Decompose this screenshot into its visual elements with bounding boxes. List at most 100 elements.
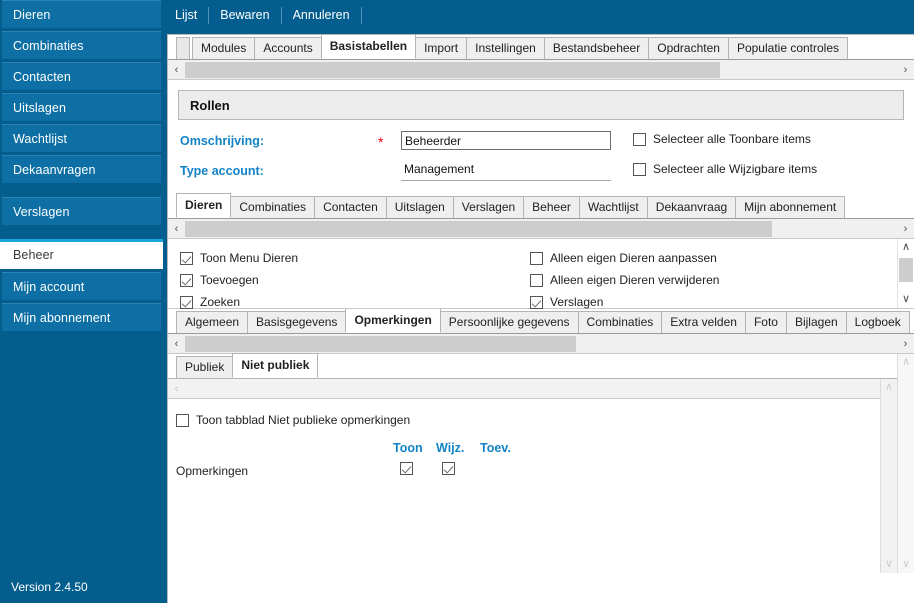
hscroll-thumb[interactable] [185, 220, 772, 237]
scroll-left-icon[interactable]: ‹ [168, 383, 185, 395]
sub-inner-vscrollbar[interactable]: ∧ ∨ [880, 379, 897, 573]
permission-checkbox[interactable] [180, 273, 193, 287]
permission-row[interactable]: Toevoegen [180, 269, 298, 291]
toon-tabblad-row[interactable]: Toon tabblad Niet publieke opmerkingen [176, 413, 410, 427]
sidebar-item-wachtlijst[interactable]: Wachtlijst [2, 124, 161, 152]
scroll-down-icon[interactable]: ∨ [898, 556, 914, 573]
permission-row[interactable]: Toon Menu Dieren [180, 247, 298, 269]
topbar-item-bewaren[interactable]: Bewaren [209, 6, 282, 24]
scroll-up-icon[interactable]: ∧ [898, 354, 914, 371]
permission-checkbox[interactable] [530, 251, 543, 265]
sidebar-item-mijn-account[interactable]: Mijn account [2, 272, 161, 300]
form-row-type-account: Type account: Management Selecteer alle … [180, 160, 914, 190]
sidebar-item-mijn-abonnement[interactable]: Mijn abonnement [2, 303, 161, 331]
tab-basisgegevens[interactable]: Basisgegevens [247, 311, 347, 333]
detail-hscrollbar[interactable]: ‹ › [168, 334, 914, 354]
permission-row[interactable]: Alleen eigen Dieren verwijderen [530, 269, 719, 291]
hscroll-thumb[interactable] [185, 61, 720, 78]
type-account-label: Type account: [180, 164, 264, 178]
hscroll-track[interactable] [185, 335, 897, 352]
tab-beheer[interactable]: Beheer [523, 196, 580, 218]
tab-import[interactable]: Import [415, 37, 468, 59]
entity-hscrollbar[interactable]: ‹ › [168, 219, 914, 239]
tab-bijlagen[interactable]: Bijlagen [785, 311, 847, 333]
tab-wachtlijst[interactable]: Wachtlijst [578, 196, 648, 218]
topbar-item-lijst[interactable]: Lijst [163, 6, 210, 24]
sidebar-item-combinaties[interactable]: Combinaties [2, 31, 161, 59]
tab-uitslagen[interactable]: Uitslagen [385, 196, 454, 218]
permission-row[interactable]: Alleen eigen Dieren aanpassen [530, 247, 719, 269]
select-toonbare-checkbox[interactable] [633, 132, 646, 146]
tab-basistabellen[interactable]: Basistabellen [320, 34, 417, 59]
detail-vscrollbar[interactable]: ∧ ∨ [897, 354, 914, 573]
sidebar-item-beheer[interactable]: Beheer [0, 239, 163, 269]
permissions-vscrollbar[interactable]: ∧ ∨ [897, 239, 914, 308]
sidebar-item-dekaanvragen[interactable]: Dekaanvragen [2, 155, 161, 183]
tab-algemeen[interactable]: Algemeen [176, 311, 249, 333]
select-toonbare-row[interactable]: Selecteer alle Toonbare items [633, 132, 811, 146]
permission-checkbox[interactable] [530, 295, 543, 309]
hscroll-track[interactable] [185, 61, 897, 78]
scroll-right-icon[interactable]: › [897, 64, 914, 76]
tab-opdrachten[interactable]: Opdrachten [648, 37, 729, 59]
tab-opmerkingen[interactable]: Opmerkingen [345, 309, 441, 333]
permission-checkbox[interactable] [180, 295, 193, 309]
tab-extra-velden[interactable]: Extra velden [661, 311, 746, 333]
tab-publiek[interactable]: Publiek [176, 356, 234, 378]
permission-row[interactable]: Zoeken [180, 291, 298, 313]
detail-content-region: PubliekNiet publiek ‹ › Toon tabblad Nie… [168, 353, 914, 573]
permission-checkbox[interactable] [180, 251, 193, 265]
toon-tabblad-checkbox[interactable] [176, 413, 189, 427]
tab-populatie-controles[interactable]: Populatie controles [727, 37, 849, 59]
scroll-right-icon[interactable]: › [897, 223, 914, 235]
select-wijzigbare-checkbox[interactable] [633, 162, 646, 176]
permission-checkbox[interactable] [530, 273, 543, 287]
sub-hscrollbar[interactable]: ‹ › [168, 379, 897, 399]
scroll-up-icon[interactable]: ∧ [898, 239, 914, 256]
scroll-down-icon[interactable]: ∨ [881, 556, 897, 573]
scroll-left-icon[interactable]: ‹ [168, 223, 185, 235]
scroll-down-icon[interactable]: ∨ [898, 291, 914, 308]
application-window: Dieren Combinaties Contacten Uitslagen Wacht… [0, 0, 914, 603]
tab-logboek[interactable]: Logboek [845, 311, 910, 333]
tab-modules[interactable]: Modules [192, 37, 256, 59]
vscroll-thumb[interactable] [899, 258, 913, 282]
tab-contacten[interactable]: Contacten [314, 196, 387, 218]
module-hscrollbar[interactable]: ‹ › [168, 60, 914, 80]
permission-label: Toon Menu Dieren [200, 251, 299, 265]
tab-niet-publiek[interactable]: Niet publiek [232, 353, 319, 378]
scroll-left-icon[interactable]: ‹ [168, 338, 185, 350]
sidebar-item-uitslagen[interactable]: Uitslagen [2, 93, 161, 121]
sidebar-item-dieren[interactable]: Dieren [2, 0, 161, 28]
tab-verslagen[interactable]: Verslagen [452, 196, 525, 218]
omschrijving-label: Omschrijving: [180, 134, 265, 148]
tab-dieren[interactable]: Dieren [176, 193, 232, 218]
main-outer-frame: Modules Accounts Basistabellen Import Instel… [163, 30, 914, 603]
tab-combinaties[interactable]: Combinaties [577, 311, 663, 333]
type-account-value[interactable]: Management [401, 162, 611, 181]
scroll-up-icon[interactable]: ∧ [881, 379, 897, 396]
tab-mijn-abonnement[interactable]: Mijn abonnement [735, 196, 846, 218]
omschrijving-input[interactable] [401, 131, 611, 150]
scroll-right-icon[interactable]: › [897, 338, 914, 350]
tab-bestandsbeheer[interactable]: Bestandsbeheer [543, 37, 650, 59]
sidebar-item-label: Wachtlijst [13, 132, 68, 146]
select-wijzigbare-row[interactable]: Selecteer alle Wijzigbare items [633, 162, 817, 176]
topbar-item-annuleren[interactable]: Annuleren [282, 6, 362, 24]
tab-persoonlijke-gegevens[interactable]: Persoonlijke gegevens [439, 311, 579, 333]
sidebar-item-contacten[interactable]: Contacten [2, 62, 161, 90]
tab-combinaties[interactable]: Combinaties [230, 196, 316, 218]
tab-instellingen[interactable]: Instellingen [466, 37, 545, 59]
hscroll-thumb[interactable] [185, 335, 576, 352]
sidebar-item-verslagen[interactable]: Verslagen [2, 197, 161, 225]
scroll-left-icon[interactable]: ‹ [168, 64, 185, 76]
select-toonbare-label: Selecteer alle Toonbare items [653, 132, 811, 146]
permission-row[interactable]: Verslagen [530, 291, 719, 313]
tab-foto[interactable]: Foto [744, 311, 787, 333]
tab-accounts[interactable]: Accounts [254, 37, 322, 59]
hscroll-track[interactable] [185, 220, 897, 237]
opmerkingen-wijz-checkbox[interactable] [442, 462, 455, 475]
opmerkingen-toon-checkbox[interactable] [400, 462, 413, 475]
tab-dekaanvraag[interactable]: Dekaanvraag [646, 196, 737, 218]
page-title: Rollen [178, 90, 904, 120]
